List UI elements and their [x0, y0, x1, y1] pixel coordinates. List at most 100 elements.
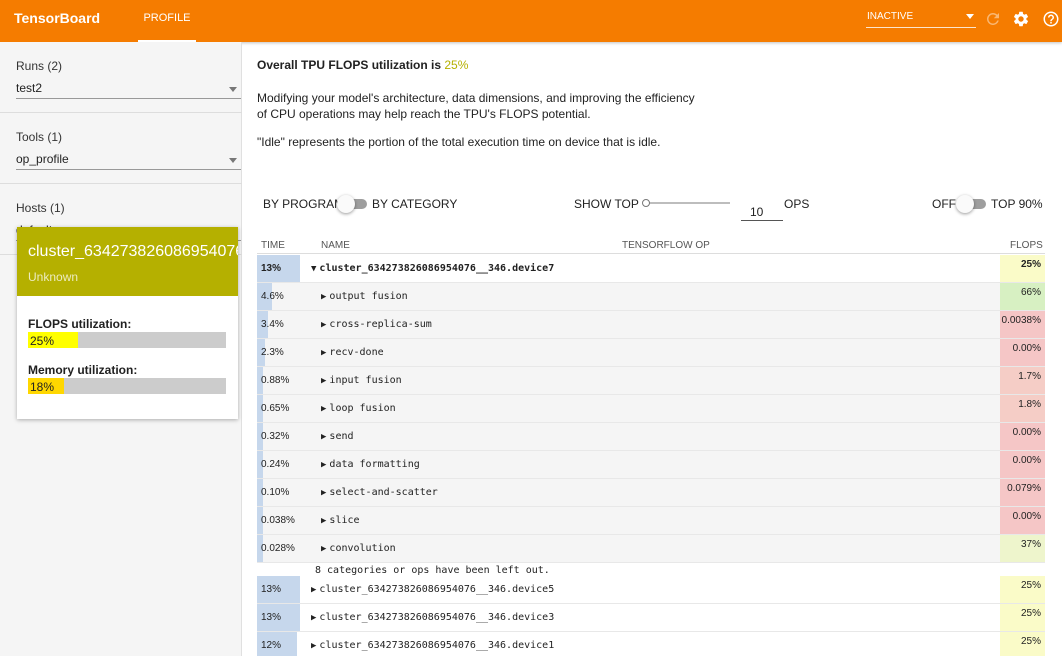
summary-prefix: Overall TPU FLOPS utilization is: [257, 58, 445, 72]
row-name[interactable]: ▶ slice: [321, 515, 360, 526]
row-name[interactable]: ▶ cluster_634273826086954076__346.device3: [311, 612, 554, 623]
by-category-label: BY CATEGORY: [372, 197, 458, 211]
row-name-text: cluster_634273826086954076__346.device1: [319, 640, 555, 651]
refresh-icon[interactable]: [984, 10, 1002, 28]
row-name-text: cluster_634273826086954076__346.device7: [319, 263, 555, 274]
show-top-input[interactable]: 10: [741, 205, 783, 221]
left-out-note: 8 categories or ops have been left out.: [315, 565, 550, 576]
table-row[interactable]: 0.88% ▶ input fusion 1.7%: [257, 367, 1045, 395]
row-name-text: convolution: [329, 543, 396, 554]
row-flops: 0.00%: [1000, 339, 1045, 366]
app-title: TensorBoard: [14, 10, 101, 26]
memory-utilization-bar: 18%: [28, 378, 226, 394]
row-name[interactable]: ▶ data formatting: [321, 459, 420, 470]
tools-dropdown-value: op_profile: [16, 152, 69, 166]
runs-dropdown[interactable]: test2: [16, 81, 241, 99]
expand-right-icon[interactable]: ▶: [321, 348, 326, 358]
tools-dropdown[interactable]: op_profile: [16, 152, 241, 170]
table-row[interactable]: 3.4% ▶ cross-replica-sum 0.0038%: [257, 311, 1045, 339]
top90-toggle[interactable]: [956, 195, 986, 213]
expand-right-icon[interactable]: ▶: [321, 292, 326, 302]
table-row[interactable]: 4.6% ▶ output fusion 66%: [257, 283, 1045, 311]
table-row[interactable]: 0.32% ▶ send 0.00%: [257, 423, 1045, 451]
expand-right-icon[interactable]: ▶: [321, 544, 326, 554]
expand-right-icon[interactable]: ▶: [321, 432, 326, 442]
row-name-text: cluster_634273826086954076__346.device3: [319, 612, 555, 623]
advice-line-2: of CPU operations may help reach the TPU…: [257, 107, 591, 121]
table-row[interactable]: 0.038% ▶ slice 0.00%: [257, 507, 1045, 535]
row-name[interactable]: ▶ cluster_634273826086954076__346.device1: [311, 640, 554, 651]
tools-label: Tools (1): [16, 130, 63, 144]
row-name-text: loop fusion: [329, 403, 396, 414]
table-row[interactable]: 13% ▼ cluster_634273826086954076__346.devi…: [257, 255, 1045, 283]
status-dropdown-value: INACTIVE: [867, 11, 914, 22]
tab-profile[interactable]: PROFILE: [138, 0, 196, 42]
table-row[interactable]: 12% ▶ cluster_634273826086954076__346.devi…: [257, 632, 1045, 656]
row-name-text: send: [329, 431, 354, 442]
row-name[interactable]: ▶ loop fusion: [321, 403, 396, 414]
row-time: 2.3%: [261, 347, 284, 358]
row-time: 0.24%: [261, 459, 290, 470]
row-time: 0.88%: [261, 375, 290, 386]
table-row[interactable]: 0.10% ▶ select-and-scatter 0.079%: [257, 479, 1045, 507]
flops-utilization-value: 25%: [30, 334, 55, 348]
expand-right-icon[interactable]: ▶: [311, 641, 316, 651]
expand-down-icon[interactable]: ▼: [311, 264, 316, 274]
row-time: 13%: [261, 612, 282, 623]
advice-line-1: Modifying your model's architecture, dat…: [257, 91, 695, 105]
overall-utilization-summary: Overall TPU FLOPS utilization is 25%: [257, 58, 468, 72]
tools-section: Tools (1) op_profile: [0, 113, 242, 184]
expand-right-icon[interactable]: ▶: [321, 460, 326, 470]
row-name[interactable]: ▶ convolution: [321, 543, 396, 554]
help-icon[interactable]: [1042, 10, 1060, 28]
row-name[interactable]: ▶ input fusion: [321, 375, 402, 386]
expand-right-icon[interactable]: ▶: [321, 320, 326, 330]
card-subtitle: Unknown: [28, 270, 79, 284]
row-name[interactable]: ▶ output fusion: [321, 291, 408, 302]
expand-right-icon[interactable]: ▶: [321, 488, 326, 498]
row-flops: 1.8%: [1000, 395, 1045, 422]
row-name-text: cross-replica-sum: [329, 319, 432, 330]
show-top-slider[interactable]: [645, 202, 730, 204]
row-time: 0.038%: [261, 515, 295, 526]
table-row[interactable]: 13% ▶ cluster_634273826086954076__346.devi…: [257, 576, 1045, 604]
row-name[interactable]: ▶ send: [321, 431, 354, 442]
row-flops: 25%: [1000, 255, 1045, 282]
runs-dropdown-value: test2: [16, 81, 43, 95]
table-row[interactable]: 2.3% ▶ recv-done 0.00%: [257, 339, 1045, 367]
expand-right-icon[interactable]: ▶: [311, 585, 316, 595]
expand-right-icon[interactable]: ▶: [321, 376, 326, 386]
expand-right-icon[interactable]: ▶: [321, 516, 326, 526]
row-time: 0.65%: [261, 403, 290, 414]
row-time: 13%: [261, 263, 282, 274]
program-category-toggle[interactable]: [337, 195, 367, 213]
table-row[interactable]: 0.028% ▶ convolution 37%: [257, 535, 1045, 563]
table-header: TIME NAME TENSORFLOW OP FLOPS: [257, 234, 1045, 254]
show-top-label: SHOW TOP: [574, 197, 639, 211]
row-name[interactable]: ▶ cross-replica-sum: [321, 319, 432, 330]
column-header-tensorflow-op: TENSORFLOW OP: [622, 240, 710, 251]
runs-label: Runs (2): [16, 59, 63, 73]
ops-label: OPS: [784, 197, 810, 211]
table-row[interactable]: 0.24% ▶ data formatting 0.00%: [257, 451, 1045, 479]
gear-icon[interactable]: [1012, 10, 1030, 28]
row-flops: 0.079%: [1000, 479, 1045, 506]
chevron-down-icon: [229, 87, 237, 92]
table-row[interactable]: 0.65% ▶ loop fusion 1.8%: [257, 395, 1045, 423]
row-name[interactable]: ▶ recv-done: [321, 347, 384, 358]
toggle-knob[interactable]: [337, 195, 355, 213]
summary-value: 25%: [444, 58, 469, 72]
selected-node-card: cluster_634273826086954076__346.device7 …: [17, 227, 238, 419]
top90-label: TOP 90%: [991, 197, 1043, 211]
row-name-text: output fusion: [329, 291, 408, 302]
row-name[interactable]: ▶ select-and-scatter: [321, 487, 438, 498]
expand-right-icon[interactable]: ▶: [321, 404, 326, 414]
table-row[interactable]: 13% ▶ cluster_634273826086954076__346.devi…: [257, 604, 1045, 632]
status-dropdown[interactable]: INACTIVE: [866, 8, 976, 28]
expand-right-icon[interactable]: ▶: [311, 613, 316, 623]
row-name[interactable]: ▶ cluster_634273826086954076__346.device5: [311, 584, 554, 595]
idle-note: "Idle" represents the portion of the tot…: [257, 135, 661, 149]
row-name[interactable]: ▼ cluster_634273826086954076__346.device7: [311, 263, 554, 274]
show-top-slider-handle[interactable]: [642, 199, 650, 207]
toggle-knob[interactable]: [956, 195, 974, 213]
